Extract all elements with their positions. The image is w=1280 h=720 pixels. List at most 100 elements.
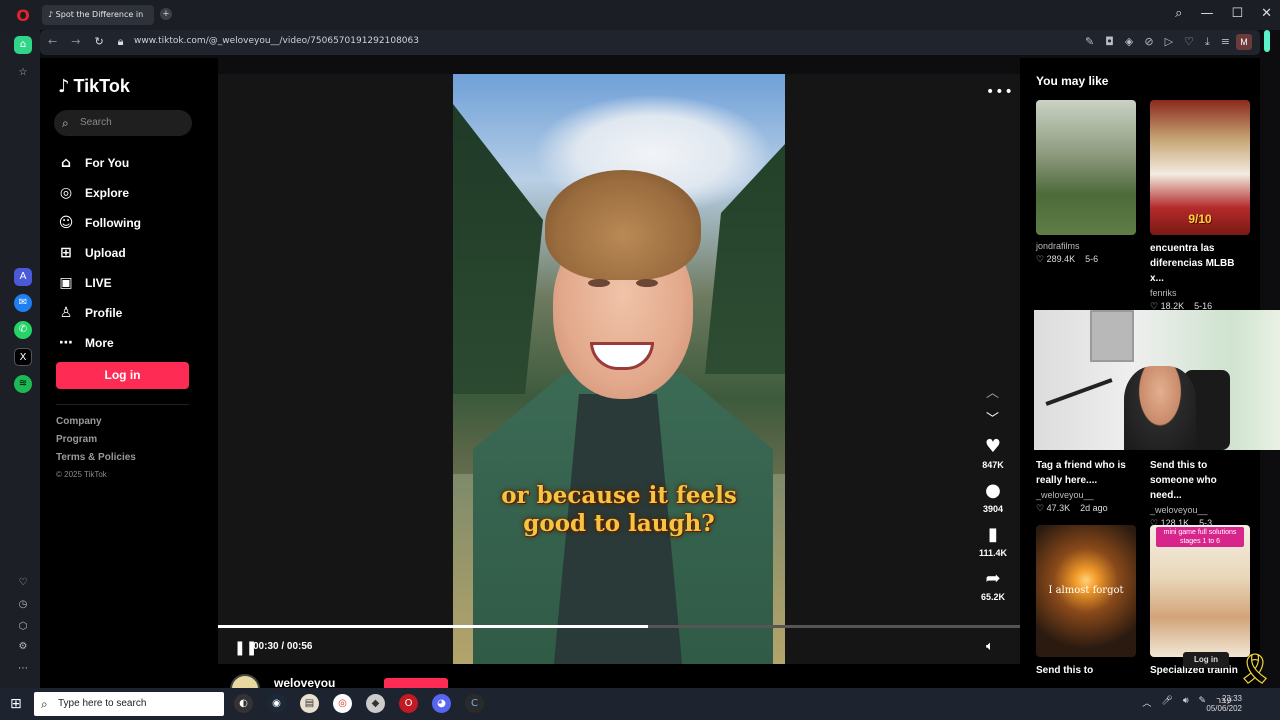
app-icon[interactable]: ◆ <box>366 694 385 713</box>
nav-item-profile[interactable]: ♙ Profile <box>58 298 208 328</box>
card-user[interactable]: fenriks <box>1150 288 1250 298</box>
tiktok-logo[interactable]: ♪ TikTok <box>58 76 130 97</box>
video-thumbnail[interactable]: 9/10 <box>1150 100 1250 235</box>
login-button[interactable]: Log in <box>56 362 189 389</box>
reload-icon[interactable]: ↻ <box>94 35 103 49</box>
discord-icon[interactable]: ◕ <box>432 694 451 713</box>
home-speed-dial-icon[interactable]: ⌂ <box>14 36 32 54</box>
spotify-icon[interactable]: ≋ <box>14 375 32 393</box>
card-title[interactable]: Send this to <box>1036 663 1136 678</box>
messenger-icon[interactable]: ✉ <box>14 294 32 312</box>
nav-item-more[interactable]: ⋯ More <box>58 328 208 358</box>
nav-item-live[interactable]: ▣ LIVE <box>58 268 208 298</box>
clock[interactable]: 23:33 05/06/202 <box>1206 694 1242 714</box>
login-chip[interactable]: Log in <box>1183 652 1229 668</box>
card-likes: 47.3K <box>1046 503 1071 513</box>
share-button[interactable]: ➦ 65.2K <box>976 568 1010 602</box>
mic-icon[interactable]: 🎤︎ <box>1161 696 1172 709</box>
close-button[interactable]: ✕ <box>1261 6 1272 21</box>
minimize-button[interactable]: — <box>1200 6 1213 21</box>
url-field[interactable]: www.tiktok.com/@_weloveyou__/video/75065… <box>134 36 419 46</box>
star-icon[interactable]: ☆ <box>14 64 32 82</box>
chevron-down-icon[interactable]: ﹀ <box>986 408 999 427</box>
nav-item-for-you[interactable]: ⌂ For You <box>58 148 208 178</box>
speaker-icon[interactable]: 🔊︎ <box>1183 696 1189 709</box>
shield-icon[interactable]: ◈ <box>1125 35 1133 49</box>
video-thumbnail[interactable] <box>1036 100 1136 235</box>
adblock-icon[interactable]: ⊘ <box>1144 35 1153 49</box>
forward-icon[interactable]: → <box>71 35 80 49</box>
recommendation-card[interactable]: I almost forgot Send this to <box>1036 525 1136 678</box>
more-icon[interactable]: ⋯ <box>14 660 32 678</box>
webcam-overlay <box>1034 310 1280 450</box>
play-icon[interactable]: ▷ <box>1165 35 1173 49</box>
footer-terms-link[interactable]: Terms & Policies <box>56 452 136 470</box>
opera-logo-icon[interactable]: O <box>12 6 34 26</box>
chevron-up-icon[interactable]: ︿ <box>986 382 999 401</box>
card-title[interactable]: Send this to someone who need... <box>1150 458 1250 503</box>
card-user[interactable]: jondrafilms <box>1036 241 1136 251</box>
recommendation-card[interactable]: Send this to someone who need... _welove… <box>1150 452 1250 529</box>
save-button[interactable]: ▮ 111.4K <box>976 524 1010 558</box>
x-icon[interactable]: X <box>14 348 32 366</box>
comment-button[interactable]: ● 3904 <box>976 480 1010 514</box>
video-thumbnail[interactable]: mini game full solutions stages 1 to 6 <box>1150 525 1250 657</box>
box-icon[interactable]: ⬡ <box>14 618 32 636</box>
nav-item-explore[interactable]: ◎ Explore <box>58 178 208 208</box>
new-tab-button[interactable]: + <box>160 8 172 20</box>
card-user[interactable]: _weloveyou__ <box>1036 490 1136 500</box>
history-icon[interactable]: ◷ <box>14 596 32 614</box>
nav-item-upload[interactable]: ⊞ Upload <box>58 238 208 268</box>
app-icon[interactable]: ▤ <box>300 694 319 713</box>
profile-avatar[interactable]: M <box>1236 34 1252 50</box>
recommendation-card[interactable]: jondrafilms ♡ 289.4K 5-6 <box>1036 100 1136 265</box>
whatsapp-icon[interactable]: ✆ <box>14 321 32 339</box>
camera-icon[interactable]: ◘ <box>1105 35 1114 49</box>
heart-icon[interactable]: ♡ <box>1184 35 1194 49</box>
more-options-icon[interactable]: ••• <box>986 84 1014 100</box>
settings-icon[interactable]: ⚙ <box>14 638 32 656</box>
video-thumbnail[interactable]: I almost forgot <box>1036 525 1136 657</box>
app-icon[interactable]: C <box>465 694 484 713</box>
tray-arrow-icon[interactable]: ︿ <box>1142 696 1151 709</box>
nav-item-following[interactable]: ☺ Following <box>58 208 208 238</box>
person-hair <box>545 170 701 280</box>
thumbnail-badge: 9/10 <box>1188 212 1212 226</box>
menu-icon[interactable]: ≡ <box>1221 35 1230 49</box>
like-button[interactable]: ♥ 847K <box>976 436 1010 470</box>
like-count: 847K <box>982 460 1004 470</box>
footer-company-link[interactable]: Company <box>56 416 136 434</box>
sidebar-toggle[interactable] <box>1264 30 1270 52</box>
webcam-window <box>1090 310 1134 362</box>
video-frame[interactable]: or because it feels good to laugh? ✦ <box>453 74 785 664</box>
video-player[interactable]: or because it feels good to laugh? ✦ •••… <box>218 74 1020 664</box>
recommendation-card[interactable]: Tag a friend who is really here.... _wel… <box>1036 452 1136 514</box>
browser-search-icon[interactable]: ⌕ <box>1175 6 1182 21</box>
progress-bar[interactable] <box>218 625 1020 628</box>
footer-program-link[interactable]: Program <box>56 434 136 452</box>
recommendation-card[interactable]: 9/10 encuentra las diferencias MLBB x...… <box>1150 100 1250 312</box>
windows-start-icon[interactable]: ⊞ <box>10 696 22 712</box>
app-icon[interactable]: ◐ <box>234 694 253 713</box>
search-input[interactable]: ⌕ Search <box>54 110 192 136</box>
download-icon[interactable]: ⤓ <box>1205 35 1210 49</box>
heart-icon[interactable]: ♡ <box>14 574 32 592</box>
card-user[interactable]: _weloveyou__ <box>1150 505 1250 515</box>
pen-icon[interactable]: ✎ <box>1199 696 1207 709</box>
browser-tab[interactable]: ♪ Spot the Difference in <box>42 5 154 25</box>
follow-button[interactable] <box>384 678 448 688</box>
card-title[interactable]: encuentra las diferencias MLBB x... <box>1150 241 1250 286</box>
back-icon[interactable]: ← <box>48 35 57 49</box>
save-count: 111.4K <box>978 548 1008 558</box>
maximize-button[interactable]: ☐ <box>1231 6 1243 21</box>
nav-label: Upload <box>85 246 126 260</box>
aria-icon[interactable]: A <box>14 268 32 286</box>
card-title[interactable]: Tag a friend who is really here.... <box>1036 458 1136 488</box>
taskbar-search-input[interactable]: ⌕ Type here to search <box>34 692 224 716</box>
edit-icon[interactable]: ✎ <box>1085 35 1094 49</box>
steam-icon[interactable]: ◉ <box>267 694 286 713</box>
nav-buttons: ← → ↻ 🔒︎ <box>48 35 124 49</box>
opera-icon[interactable]: O <box>399 694 418 713</box>
chrome-icon[interactable]: ◎ <box>333 694 352 713</box>
volume-icon[interactable]: 🔈︎ <box>986 639 994 654</box>
